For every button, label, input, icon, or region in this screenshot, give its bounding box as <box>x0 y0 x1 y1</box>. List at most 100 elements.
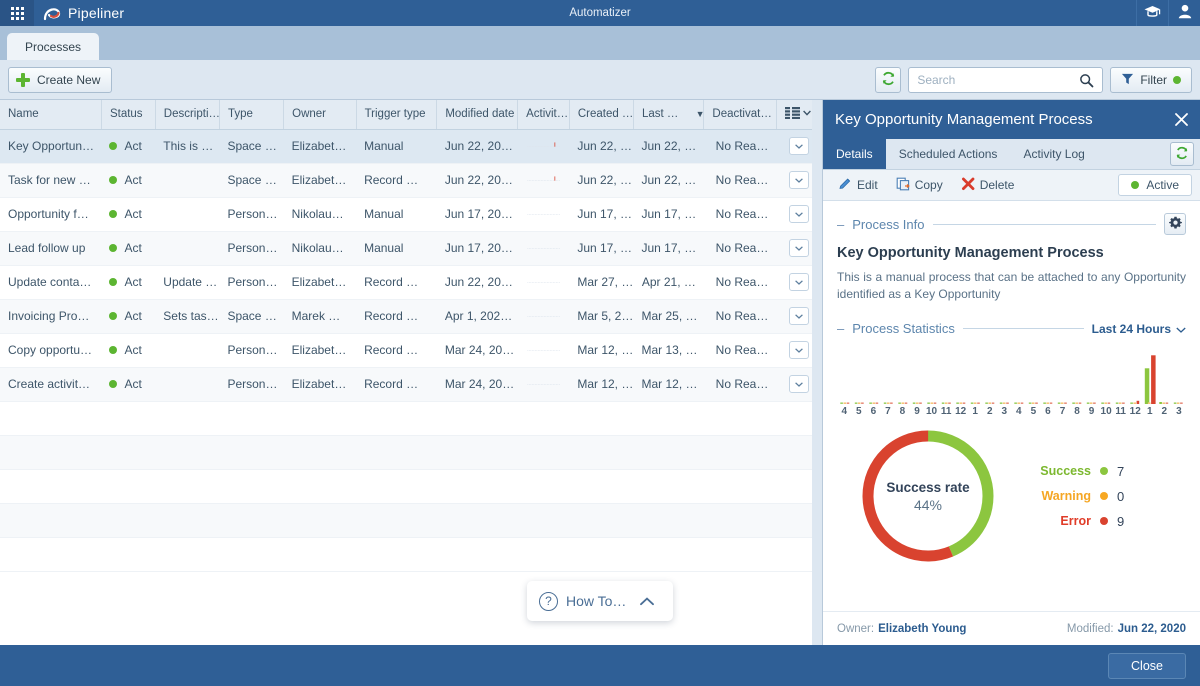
tab-scheduled-actions[interactable]: Scheduled Actions <box>886 139 1011 169</box>
col-header-trigger-type[interactable]: Trigger type <box>356 100 437 129</box>
col-header-activity[interactable]: Activit… <box>518 100 570 129</box>
cell-type: Person… <box>219 333 283 367</box>
row-menu-button[interactable] <box>789 375 809 393</box>
cell-deactivated: No Rea… <box>704 163 776 197</box>
search-icon <box>1079 73 1094 91</box>
filter-funnel-icon <box>1121 72 1134 88</box>
col-header-name[interactable]: Name <box>0 100 101 129</box>
refresh-button[interactable] <box>875 67 901 93</box>
module-tabstrip: Processes <box>0 26 1200 60</box>
cell-owner: Elizabet… <box>284 163 356 197</box>
cell-description <box>155 163 219 197</box>
col-header-description[interactable]: Descripti… <box>155 100 219 129</box>
cell-description: Update … <box>155 265 219 299</box>
cell-name: Copy opportu… <box>0 333 101 367</box>
question-circle-icon: ? <box>539 592 558 611</box>
cell-modified-date: Jun 22, 20… <box>437 265 518 299</box>
x-axis-tick: 7 <box>881 406 896 417</box>
tab-processes[interactable]: Processes <box>7 33 99 60</box>
col-header-modified-date[interactable]: Modified date <box>437 100 518 129</box>
owner-label: Owner: <box>837 623 874 635</box>
cell-status: Act <box>101 367 155 401</box>
x-axis-tick: 4 <box>1012 406 1027 417</box>
edit-button[interactable]: Edit <box>831 174 885 196</box>
row-menu-button[interactable] <box>789 137 809 155</box>
section-rule <box>933 224 1157 225</box>
detail-panel: Key Opportunity Management Process Detai… <box>822 100 1200 645</box>
create-new-button[interactable]: Create New <box>8 67 112 93</box>
detail-refresh-button[interactable] <box>1170 142 1194 166</box>
process-statistics-label: Process Statistics <box>852 321 955 336</box>
col-header-created[interactable]: Created … <box>569 100 633 129</box>
x-axis-tick: 1 <box>1142 406 1157 417</box>
x-axis-tick: 6 <box>1041 406 1056 417</box>
x-axis-tick: 6 <box>866 406 881 417</box>
titlebar-actions <box>1136 0 1200 26</box>
cell-modified-date: Jun 22, 20… <box>437 163 518 197</box>
tab-activity-log-label: Activity Log <box>1023 147 1084 161</box>
col-header-status[interactable]: Status <box>101 100 155 129</box>
collapse-minus-icon[interactable]: – <box>837 217 844 232</box>
chevron-down-icon <box>795 212 803 217</box>
search-input[interactable] <box>917 68 1077 92</box>
close-button[interactable]: Close <box>1108 653 1186 679</box>
academy-button[interactable] <box>1136 0 1168 26</box>
table-empty-row <box>0 435 822 469</box>
row-menu-button[interactable] <box>789 239 809 257</box>
detail-close-button[interactable] <box>1168 107 1194 133</box>
tab-activity-log[interactable]: Activity Log <box>1010 139 1097 169</box>
row-menu-button[interactable] <box>789 273 809 291</box>
row-menu-button[interactable] <box>789 171 809 189</box>
cell-description: This is … <box>155 129 219 163</box>
table-row[interactable]: Lead follow upActPerson…Nikolau…ManualJu… <box>0 231 822 265</box>
x-axis-tick: 8 <box>1070 406 1085 417</box>
process-info-settings-button[interactable] <box>1164 213 1186 235</box>
collapse-minus-icon[interactable]: – <box>837 321 844 336</box>
cell-created: Mar 5, 2… <box>569 299 633 333</box>
cell-activity <box>518 333 570 367</box>
table-row[interactable]: Invoicing Pro…ActSets tas…Space …Marek …… <box>0 299 822 333</box>
empty-cell <box>0 435 822 469</box>
delete-button[interactable]: Delete <box>954 174 1022 196</box>
cell-owner: Marek … <box>284 299 356 333</box>
cell-owner: Nikolau… <box>284 197 356 231</box>
donut-center-label: Success rate 44% <box>857 425 999 567</box>
how-to-widget[interactable]: ? How To… <box>527 581 673 621</box>
table-row[interactable]: Copy opportu…ActPerson…Elizabet…Record …… <box>0 333 822 367</box>
table-row[interactable]: Update conta…ActUpdate …Person…Elizabet…… <box>0 265 822 299</box>
search-box[interactable] <box>908 67 1103 93</box>
filter-button[interactable]: Filter <box>1110 67 1192 93</box>
col-header-deactivated[interactable]: Deactivat… <box>704 100 776 129</box>
chevron-up-icon[interactable] <box>640 593 654 609</box>
user-menu-button[interactable] <box>1168 0 1200 26</box>
cell-type: Space … <box>219 163 283 197</box>
col-header-last[interactable]: Last … ▼ <box>634 100 704 129</box>
table-row[interactable]: Opportunity f…ActPerson…Nikolau…ManualJu… <box>0 197 822 231</box>
tab-details-label: Details <box>836 147 873 161</box>
processes-table: Name Status Descripti… Type Owner Trigge… <box>0 100 822 645</box>
cell-name: Create activit… <box>0 367 101 401</box>
detail-footer: Owner: Elizabeth Young Modified: Jun 22,… <box>823 611 1200 645</box>
cell-type: Person… <box>219 197 283 231</box>
col-header-type[interactable]: Type <box>219 100 283 129</box>
time-range-selector[interactable]: Last 24 Hours <box>1092 322 1186 336</box>
cell-owner: Elizabet… <box>284 367 356 401</box>
x-axis-tick: 11 <box>1113 406 1128 417</box>
cell-activity <box>518 299 570 333</box>
cell-trigger-type: Record … <box>356 265 437 299</box>
copy-icon <box>896 177 910 194</box>
table-row[interactable]: Create activit…ActPerson…Elizabet…Record… <box>0 367 822 401</box>
table-row[interactable]: Key Opportun…ActThis is …Space …Elizabet… <box>0 129 822 163</box>
status-badge[interactable]: Active <box>1118 174 1192 196</box>
cell-status: Act <box>101 333 155 367</box>
table-row[interactable]: Task for new …ActSpace …Elizabet…Record … <box>0 163 822 197</box>
row-menu-button[interactable] <box>789 341 809 359</box>
row-menu-button[interactable] <box>789 307 809 325</box>
cell-activity <box>518 265 570 299</box>
col-header-owner[interactable]: Owner <box>284 100 356 129</box>
row-menu-button[interactable] <box>789 205 809 223</box>
cell-last: Mar 13, … <box>634 333 704 367</box>
copy-button[interactable]: Copy <box>889 174 950 196</box>
x-axis-tick: 7 <box>1055 406 1070 417</box>
tab-details[interactable]: Details <box>823 139 886 169</box>
